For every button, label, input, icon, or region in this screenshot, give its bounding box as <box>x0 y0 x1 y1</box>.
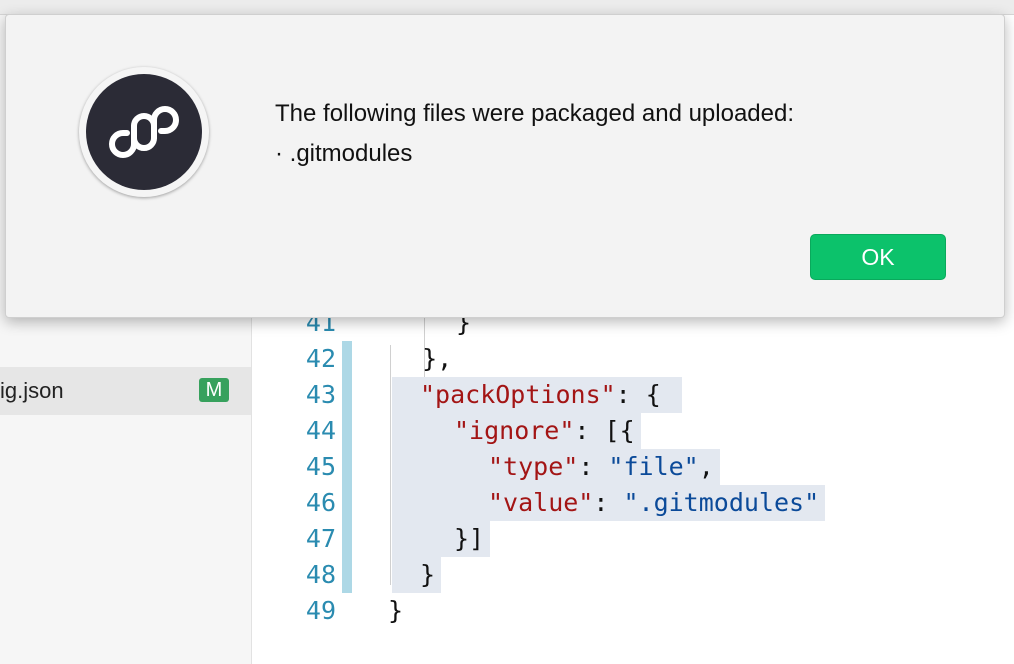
line-number: 46 <box>305 488 336 517</box>
change-gutter-marker <box>342 485 352 521</box>
code-token: : <box>578 452 609 481</box>
code-line: 43 "packOptions": { <box>252 377 1014 413</box>
code-text: }] <box>392 521 491 557</box>
change-gutter-marker <box>342 521 352 557</box>
change-gutter-marker <box>342 557 352 593</box>
code-text: "type": "file", <box>392 449 720 485</box>
line-number: 44 <box>305 416 336 445</box>
dialog-file-list-item: · .gitmodules <box>275 140 413 167</box>
change-gutter-marker <box>342 377 352 413</box>
code-text: "packOptions": { <box>392 377 682 413</box>
code-line: 45 "type": "file", <box>252 449 1014 485</box>
json-key: "ignore" <box>454 416 575 445</box>
file-tree-item-label: ig.json <box>0 378 64 403</box>
code-line: 47 }] <box>252 521 1014 557</box>
line-number: 43 <box>305 380 336 409</box>
code-text: "value": ".gitmodules" <box>392 485 826 521</box>
change-gutter-marker <box>342 449 352 485</box>
line-number: 47 <box>305 524 336 553</box>
json-key: "type" <box>488 452 579 481</box>
json-string-value: ".gitmodules" <box>623 488 820 517</box>
json-string-value: "file" <box>608 452 699 481</box>
code-line: 44 "ignore": [{ <box>252 413 1014 449</box>
line-number: 42 <box>305 344 336 373</box>
change-gutter-marker <box>342 341 352 377</box>
code-line: 48 } <box>252 557 1014 593</box>
app-logo <box>79 67 209 197</box>
ok-button[interactable]: OK <box>810 234 946 280</box>
code-text: }, <box>392 344 453 373</box>
line-number: 49 <box>305 596 336 625</box>
mini-program-link-icon <box>86 74 202 190</box>
change-gutter-marker <box>342 413 352 449</box>
code-line: 42 }, <box>252 341 1014 377</box>
code-line: 49 } <box>252 593 1014 629</box>
upload-result-dialog: The following files were packaged and up… <box>5 14 1005 318</box>
code-text: } <box>392 557 442 593</box>
dialog-message: The following files were packaged and up… <box>275 100 795 127</box>
file-tree-item[interactable]: ig.json M <box>0 367 251 415</box>
line-number: 45 <box>305 452 336 481</box>
code-token: , <box>698 452 714 481</box>
code-line: 46 "value": ".gitmodules" <box>252 485 1014 521</box>
code-text: "ignore": [{ <box>392 413 641 449</box>
code-text: } <box>388 596 404 625</box>
code-token: : <box>593 488 624 517</box>
code-token: : [{ <box>574 416 635 445</box>
link-glyph <box>109 106 179 158</box>
code-token: : { <box>615 380 661 409</box>
window-toolbar <box>0 0 1014 15</box>
json-key: "packOptions" <box>420 380 616 409</box>
modified-status-badge: M <box>199 378 229 402</box>
json-key: "value" <box>488 488 594 517</box>
line-number: 48 <box>305 560 336 589</box>
ide-window: ig.json M 41 } 42 }, 43 "packOptions": { <box>0 0 1014 664</box>
